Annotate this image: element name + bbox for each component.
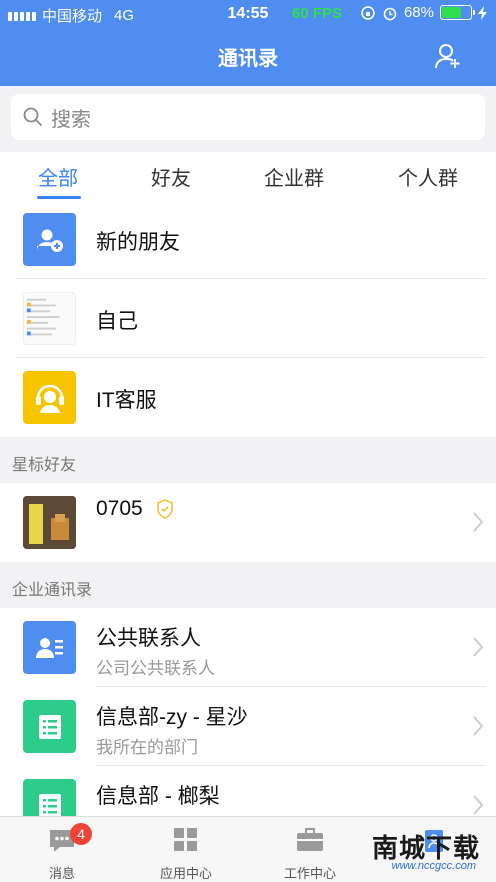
- apps-icon: [174, 828, 197, 851]
- watermark-url: www.nccgcc.com: [391, 860, 476, 872]
- fps-label: 60 FPS: [292, 5, 343, 22]
- add-friend-icon: [23, 213, 76, 266]
- chevron-right-icon: [473, 512, 484, 532]
- battery-percent: 68%: [403, 4, 434, 21]
- section-header-starred: 星标好友: [0, 437, 496, 483]
- chevron-right-icon: [473, 795, 484, 815]
- nav-work-center[interactable]: 工作中心: [248, 817, 372, 882]
- unread-badge: 4: [70, 823, 92, 845]
- header-bar: 中国移动 4G 14:55 60 FPS 68% 通讯录: [0, 0, 496, 86]
- list-item-title: 信息部 - 榔梨: [96, 785, 220, 808]
- battery-icon: [440, 5, 475, 20]
- tab-bar: 全部 好友 企业群 个人群: [0, 152, 496, 200]
- nav-label: 工作中心: [283, 866, 336, 881]
- list-item-title: 0705: [96, 497, 143, 520]
- list-item-contact-0705[interactable]: 0705: [0, 483, 496, 562]
- list-item-self[interactable]: 自己: [0, 279, 496, 358]
- contact-avatar: [23, 496, 76, 549]
- page-title: 通讯录: [218, 48, 278, 70]
- tab-all[interactable]: 全部: [38, 162, 78, 191]
- add-contact-icon[interactable]: [434, 42, 462, 70]
- list-item-subtitle: 公司公共联系人: [96, 659, 215, 678]
- list-item-subtitle: 我所在的部门: [96, 738, 198, 757]
- nav-app-center[interactable]: 应用中心: [124, 817, 248, 882]
- search-icon: [23, 107, 43, 127]
- chevron-right-icon: [473, 637, 484, 657]
- list-item-title: 公共联系人: [96, 627, 201, 650]
- list-item-title: IT客服: [96, 389, 157, 412]
- tab-enterprise-groups[interactable]: 企业群: [264, 162, 324, 191]
- list-item-new-friends[interactable]: 新的朋友: [0, 200, 496, 279]
- list-item-title: 新的朋友: [96, 231, 180, 254]
- charging-icon: [478, 5, 487, 20]
- department-icon: [23, 700, 76, 753]
- search-placeholder: 搜索: [51, 108, 91, 131]
- section-header-enterprise: 企业通讯录: [0, 562, 496, 608]
- rotation-lock-icon: [361, 5, 375, 20]
- watermark-logo: 南城下载 www.nccgcc.com: [370, 826, 488, 876]
- list-item-title: 信息部-zy - 星沙: [96, 706, 248, 729]
- verified-badge-icon: [157, 499, 173, 519]
- contact-card-icon: [23, 621, 76, 674]
- briefcase-icon: [297, 828, 323, 851]
- list-item-title: 自己: [96, 310, 138, 333]
- section-title: 星标好友: [12, 457, 77, 474]
- nav-messages[interactable]: 4 消息: [0, 817, 124, 882]
- search-section: 搜索: [0, 86, 496, 152]
- tab-friends[interactable]: 好友: [151, 162, 191, 191]
- search-input[interactable]: 搜索: [11, 94, 485, 140]
- customer-service-icon: [23, 371, 76, 424]
- status-bar: 中国移动 4G 14:55 60 FPS 68%: [0, 0, 496, 28]
- section-title: 企业通讯录: [12, 582, 93, 599]
- nav-label: 应用中心: [159, 866, 212, 881]
- alarm-icon: [383, 7, 397, 20]
- list-item-public-contacts[interactable]: 公共联系人 公司公共联系人: [0, 608, 496, 687]
- chevron-right-icon: [473, 716, 484, 736]
- nav-label: 消息: [48, 866, 75, 881]
- list-item-it-service[interactable]: IT客服: [0, 358, 496, 437]
- tab-personal-groups[interactable]: 个人群: [398, 162, 458, 191]
- self-thumbnail: [23, 292, 76, 345]
- active-tab-indicator: [37, 196, 81, 199]
- list-item-department-xingsha[interactable]: 信息部-zy - 星沙 我所在的部门: [0, 687, 496, 766]
